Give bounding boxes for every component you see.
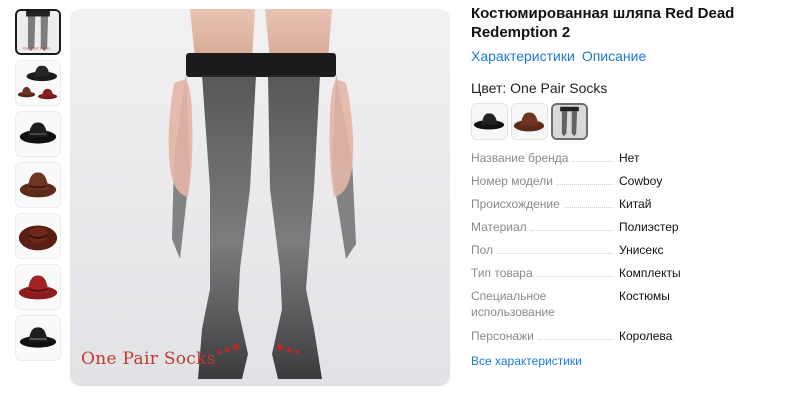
- spec-row-brand: Название бренда Нет: [471, 150, 791, 173]
- swatch-black-hat[interactable]: [471, 103, 508, 140]
- thumbnail-black-hat[interactable]: [15, 111, 61, 157]
- spec-value: Китай: [619, 197, 652, 211]
- socks-swatch-icon: [553, 105, 586, 138]
- spec-value: Полиэстер: [619, 220, 679, 234]
- black-hat-thumbnail-icon: [16, 316, 60, 360]
- all-specs-link[interactable]: Все характеристики: [471, 354, 791, 368]
- spec-value: Cowboy: [619, 174, 663, 188]
- spec-row-gender: Пол Унисекс: [471, 242, 791, 265]
- brown-hat-thumbnail-icon: [16, 163, 60, 207]
- socks-thumbnail-icon: One Pair Socks: [17, 11, 59, 53]
- spec-name: Персонажи: [471, 329, 537, 343]
- brown-hat-swatch-icon: [512, 104, 547, 139]
- swatch-brown-hat[interactable]: [511, 103, 548, 140]
- hats-set-thumbnail-icon: [16, 61, 60, 105]
- thumbnail-socks[interactable]: One Pair Socks: [15, 9, 61, 55]
- spec-name: Номер модели: [471, 174, 556, 188]
- spec-row-characters: Персонажи Королева: [471, 328, 791, 346]
- color-label: Цвет: One Pair Socks: [471, 80, 608, 96]
- black-hat-thumbnail-icon: [16, 112, 60, 156]
- spec-row-special-use: Специальное использование Костюмы: [471, 288, 791, 328]
- spec-name: Название бренда: [471, 151, 572, 165]
- thumbnail-brown-hat[interactable]: [15, 162, 61, 208]
- spec-row-type: Тип товара Комплекты: [471, 265, 791, 288]
- product-info-panel: Костюмированная шляпа Red Dead Redemptio…: [471, 4, 791, 368]
- black-hat-swatch-icon: [472, 104, 507, 139]
- socks-product-photo: [168, 9, 356, 379]
- thumbnail-red-hat[interactable]: [15, 264, 61, 310]
- spec-row-material: Материал Полиэстер: [471, 219, 791, 242]
- spec-name: Материал: [471, 220, 530, 234]
- main-product-image[interactable]: One Pair Socks: [70, 9, 450, 386]
- spec-value: Королева: [619, 329, 673, 343]
- thumbnail-list: One Pair Socks: [15, 9, 62, 366]
- dark-red-hat-thumbnail-icon: [16, 214, 60, 258]
- swatch-socks[interactable]: [551, 103, 588, 140]
- spec-row-model: Номер модели Cowboy: [471, 173, 791, 196]
- red-hat-thumbnail-icon: [16, 265, 60, 309]
- spec-value: Комплекты: [619, 266, 681, 280]
- tab-characteristics[interactable]: Характеристики: [471, 48, 575, 64]
- product-title: Костюмированная шляпа Red Dead Redemptio…: [471, 5, 735, 41]
- spec-name: Пол: [471, 243, 497, 257]
- spec-row-origin: Происхождение Китай: [471, 196, 791, 219]
- spec-value: Костюмы: [619, 289, 670, 303]
- thumbnail-hats-set[interactable]: [15, 60, 61, 106]
- spec-name: Специальное использование: [471, 289, 558, 319]
- tab-description[interactable]: Описание: [582, 48, 646, 64]
- thumbnail-black-hat-2[interactable]: [15, 315, 61, 361]
- specs-list: Название бренда Нет Номер модели Cowboy …: [471, 150, 791, 346]
- image-caption: One Pair Socks: [81, 349, 216, 369]
- color-swatches: [471, 103, 791, 140]
- spec-value: Нет: [619, 151, 640, 165]
- spec-name: Происхождение: [471, 197, 563, 211]
- spec-name: Тип товара: [471, 266, 536, 280]
- product-tabs: Характеристики Описание: [471, 48, 791, 64]
- spec-value: Унисекс: [619, 243, 664, 257]
- thumbnail-dark-red-hat[interactable]: [15, 213, 61, 259]
- svg-text:One Pair Socks: One Pair Socks: [22, 46, 50, 50]
